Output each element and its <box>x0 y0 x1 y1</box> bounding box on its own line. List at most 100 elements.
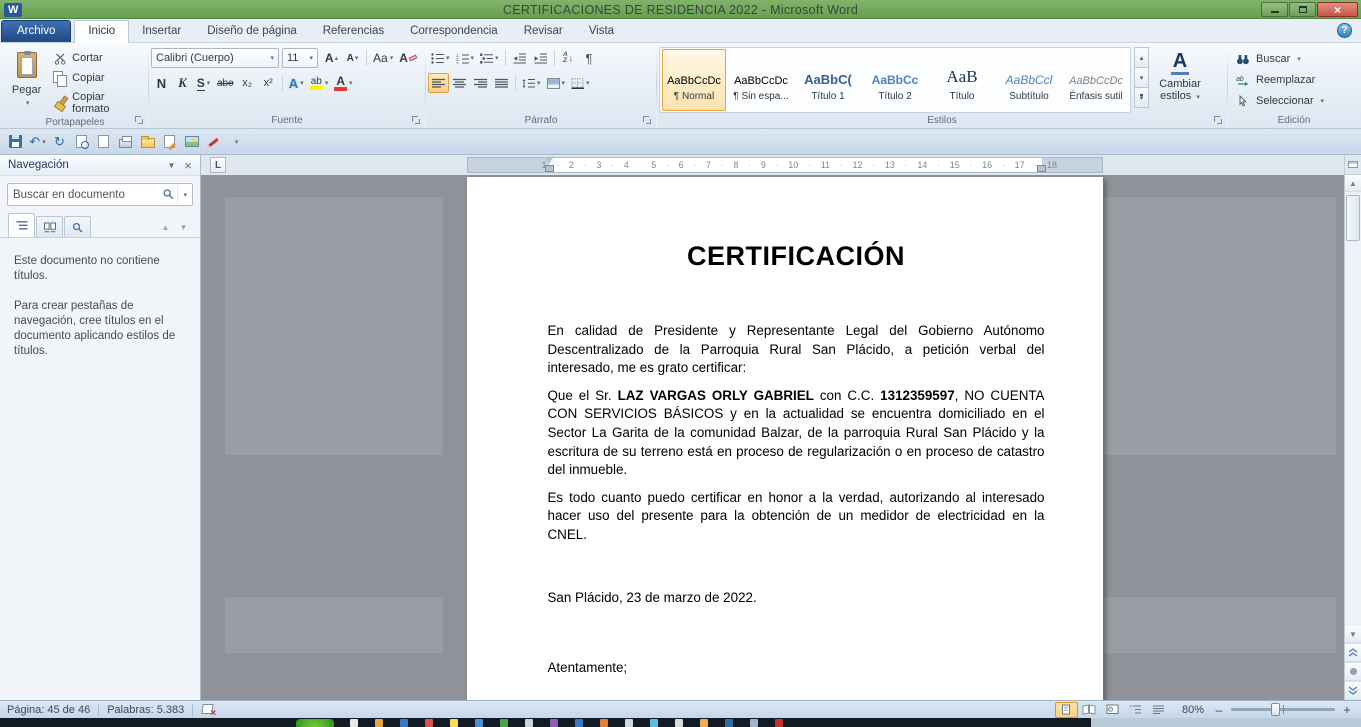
previous-heading-icon[interactable]: ▲ <box>157 218 174 237</box>
find-button[interactable]: Buscar▾ <box>1230 48 1358 69</box>
select-button[interactable]: Seleccionar▾ <box>1230 90 1358 111</box>
ruler-toggle-button[interactable] <box>1345 155 1361 175</box>
align-right-button[interactable] <box>470 73 491 93</box>
navigation-pane-close-icon[interactable]: × <box>180 158 196 173</box>
text-highlight-button[interactable]: ab▾ <box>307 73 332 93</box>
portapapeles-dialog-launcher-icon[interactable] <box>135 116 144 125</box>
draft-view-button[interactable] <box>1147 702 1170 718</box>
scrollbar-track[interactable] <box>1345 192 1361 626</box>
tab-insertar[interactable]: Insertar <box>129 21 194 42</box>
open-button[interactable] <box>137 131 158 152</box>
change-styles-button[interactable]: A Cambiarestilos ▾ <box>1152 46 1208 110</box>
underline-button[interactable]: S▾ <box>193 73 214 93</box>
nav-tab-results[interactable] <box>64 216 91 237</box>
help-icon[interactable]: ? <box>1337 23 1352 38</box>
edit-document-button[interactable] <box>159 131 180 152</box>
search-icon[interactable] <box>160 188 177 201</box>
style-sin-espaciado[interactable]: AaBbCcDc¶ Sin espa... <box>729 49 793 111</box>
minimize-button[interactable] <box>1261 2 1288 17</box>
style-subtitulo[interactable]: AaBbCclSubtítulo <box>997 49 1061 111</box>
italic-button[interactable]: K <box>172 73 193 93</box>
styles-scroll-down-icon[interactable]: ▾ <box>1134 67 1149 88</box>
taskbar-icons[interactable] <box>350 719 783 727</box>
cut-button[interactable]: Cortar <box>49 50 146 66</box>
font-family-select[interactable]: Calibri (Cuerpo)▾ <box>151 48 279 68</box>
shading-button[interactable]: ▾ <box>544 73 569 93</box>
document-page[interactable]: CERTIFICACIÓN En calidad de Presidente y… <box>467 177 1103 700</box>
outline-view-button[interactable] <box>1124 702 1147 718</box>
grow-font-button[interactable]: A▴ <box>321 48 342 68</box>
print-preview-button[interactable] <box>71 131 92 152</box>
paste-button[interactable]: Pegar▾ <box>4 46 49 112</box>
next-page-button[interactable] <box>1345 681 1361 700</box>
tab-revisar[interactable]: Revisar <box>511 21 576 42</box>
scroll-up-icon[interactable]: ▲ <box>1345 175 1361 192</box>
start-button[interactable] <box>296 719 334 727</box>
hanging-indent-marker[interactable] <box>545 165 554 172</box>
word-logo-icon[interactable]: W <box>4 3 22 17</box>
copy-button[interactable]: Copiar <box>49 70 146 86</box>
increase-indent-button[interactable] <box>530 48 551 68</box>
fullscreen-reading-view-button[interactable] <box>1078 702 1101 718</box>
font-color-button[interactable]: A▾ <box>331 73 355 93</box>
right-indent-marker[interactable] <box>1037 165 1046 172</box>
text-effects-button[interactable]: A▾ <box>286 73 307 93</box>
borders-button[interactable]: ▾ <box>568 73 593 93</box>
superscript-button[interactable]: x² <box>258 73 279 93</box>
vertical-scrollbar[interactable]: ▲ ▼ <box>1344 155 1361 700</box>
format-painter-button[interactable]: Copiar formato <box>49 90 146 116</box>
scrollbar-thumb[interactable] <box>1346 195 1360 241</box>
show-formatting-marks-button[interactable]: ¶ <box>579 48 600 68</box>
tab-diseno-de-pagina[interactable]: Diseño de página <box>194 21 310 42</box>
next-heading-icon[interactable]: ▼ <box>175 218 192 237</box>
zoom-slider[interactable] <box>1231 708 1335 711</box>
nav-tab-pages[interactable] <box>36 216 63 237</box>
first-line-indent-marker[interactable] <box>545 158 553 164</box>
nav-tab-headings[interactable] <box>8 213 35 237</box>
decrease-indent-button[interactable] <box>509 48 530 68</box>
web-layout-view-button[interactable] <box>1101 702 1124 718</box>
style-titulo-1[interactable]: AaBbC(Título 1 <box>796 49 860 111</box>
styles-more-icon[interactable]: ▾ <box>1134 87 1149 108</box>
styles-scroll-up-icon[interactable]: ▴ <box>1134 47 1149 68</box>
new-document-button[interactable] <box>93 131 114 152</box>
sort-button[interactable]: AZ↓ <box>558 48 579 68</box>
tab-correspondencia[interactable]: Correspondencia <box>397 21 511 42</box>
replace-button[interactable]: ab Reemplazar <box>1230 69 1358 90</box>
style-enfasis-sutil[interactable]: AaBbCcDcÉnfasis sutil <box>1064 49 1128 111</box>
quick-print-button[interactable] <box>115 131 136 152</box>
previous-page-button[interactable] <box>1345 643 1361 662</box>
horizontal-ruler[interactable]: 1·2·3·4·5·6·7·8·9·10·11·12·13·14·15·16·1… <box>467 157 1103 173</box>
zoom-level[interactable]: 80% <box>1182 704 1204 716</box>
browse-object-button[interactable] <box>1345 662 1361 681</box>
redo-button[interactable]: ↻ <box>49 131 70 152</box>
qat-customize-button[interactable]: ▾ <box>225 131 246 152</box>
close-button[interactable]: × <box>1317 2 1358 17</box>
align-left-button[interactable] <box>428 73 449 93</box>
tab-referencias[interactable]: Referencias <box>310 21 397 42</box>
style-normal[interactable]: AaBbCcDc¶ Normal <box>662 49 726 111</box>
insert-picture-button[interactable] <box>181 131 202 152</box>
zoom-in-button[interactable]: + <box>1340 703 1354 717</box>
shrink-font-button[interactable]: A▾ <box>342 48 363 68</box>
subscript-button[interactable]: x₂ <box>237 73 258 93</box>
multilevel-list-button[interactable]: ▾ <box>477 48 502 68</box>
navigation-pane-menu-icon[interactable]: ▼ <box>162 161 180 170</box>
spelling-button[interactable] <box>203 131 224 152</box>
taskbar[interactable] <box>0 718 1361 727</box>
tab-selector-button[interactable]: L <box>210 157 226 173</box>
tab-vista[interactable]: Vista <box>576 21 627 42</box>
font-size-select[interactable]: 11▾ <box>282 48 318 68</box>
search-options-arrow-icon[interactable]: ▾ <box>177 184 192 205</box>
align-center-button[interactable] <box>449 73 470 93</box>
save-button[interactable] <box>5 131 26 152</box>
bullets-button[interactable]: ▾ <box>428 48 453 68</box>
document-canvas[interactable]: CERTIFICACIÓN En calidad de Presidente y… <box>201 175 1344 700</box>
undo-button[interactable]: ↶▾ <box>27 131 48 152</box>
page-indicator[interactable]: Página: 45 de 46 <box>7 704 90 716</box>
estilos-dialog-launcher-icon[interactable] <box>1214 116 1223 125</box>
line-spacing-button[interactable]: ▾ <box>519 73 544 93</box>
document-search-input[interactable] <box>8 189 160 201</box>
tab-inicio[interactable]: Inicio <box>74 20 129 43</box>
proofing-status-icon[interactable]: × <box>201 703 216 716</box>
